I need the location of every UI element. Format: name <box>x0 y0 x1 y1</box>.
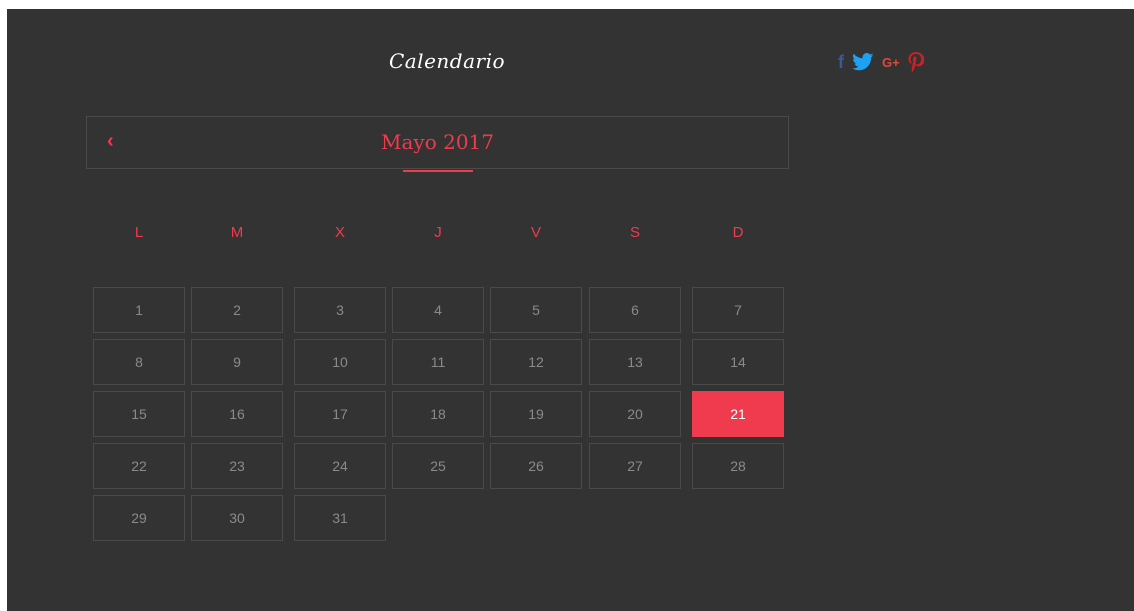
day-cell[interactable]: 28 <box>692 443 784 489</box>
day-cell[interactable]: 27 <box>589 443 681 489</box>
month-underline <box>403 170 473 172</box>
day-cell[interactable]: 16 <box>191 391 283 437</box>
day-cell[interactable]: 10 <box>294 339 386 385</box>
google-plus-icon[interactable]: G+ <box>882 52 900 72</box>
weekday-label: D <box>732 224 744 241</box>
day-cell[interactable]: 26 <box>490 443 582 489</box>
facebook-icon[interactable]: f <box>838 52 844 72</box>
day-cell[interactable]: 5 <box>490 287 582 333</box>
day-cell[interactable]: 6 <box>589 287 681 333</box>
day-cell[interactable]: 1 <box>93 287 185 333</box>
weekday-label: M <box>230 224 244 241</box>
day-cell[interactable]: 22 <box>93 443 185 489</box>
weekday-label: X <box>334 224 345 241</box>
day-cell[interactable]: 29 <box>93 495 185 541</box>
day-cell[interactable]: 15 <box>93 391 185 437</box>
day-cell[interactable]: 25 <box>392 443 484 489</box>
day-cell[interactable]: 8 <box>93 339 185 385</box>
day-cell[interactable]: 24 <box>294 443 386 489</box>
day-cell[interactable]: 20 <box>589 391 681 437</box>
day-cell[interactable]: 4 <box>392 287 484 333</box>
weekday-label: V <box>530 224 541 241</box>
twitter-icon[interactable] <box>852 52 874 72</box>
day-cell[interactable]: 9 <box>191 339 283 385</box>
day-cell[interactable]: 18 <box>392 391 484 437</box>
day-cell[interactable]: 3 <box>294 287 386 333</box>
calendar-page: Calendario f G+ ‹ Mayo 2017 LMXJVSD 1234… <box>7 9 1134 611</box>
page-title: Calendario <box>388 49 506 73</box>
pinterest-icon[interactable] <box>908 52 924 72</box>
day-cell-selected[interactable]: 21 <box>692 391 784 437</box>
day-cell[interactable]: 7 <box>692 287 784 333</box>
day-cell[interactable]: 31 <box>294 495 386 541</box>
weekday-label: S <box>629 224 640 241</box>
day-cell[interactable]: 12 <box>490 339 582 385</box>
day-cell[interactable]: 2 <box>191 287 283 333</box>
day-cell[interactable]: 17 <box>294 391 386 437</box>
day-cell[interactable]: 13 <box>589 339 681 385</box>
month-navigation: ‹ Mayo 2017 <box>86 116 789 172</box>
day-cell[interactable]: 14 <box>692 339 784 385</box>
month-label: Mayo 2017 <box>381 130 494 154</box>
weekday-label: J <box>434 224 442 241</box>
day-cell[interactable]: 19 <box>490 391 582 437</box>
day-cell[interactable]: 11 <box>392 339 484 385</box>
weekday-label: L <box>134 224 144 241</box>
day-cell[interactable]: 30 <box>191 495 283 541</box>
social-links: f G+ <box>838 52 924 72</box>
day-cell[interactable]: 23 <box>191 443 283 489</box>
